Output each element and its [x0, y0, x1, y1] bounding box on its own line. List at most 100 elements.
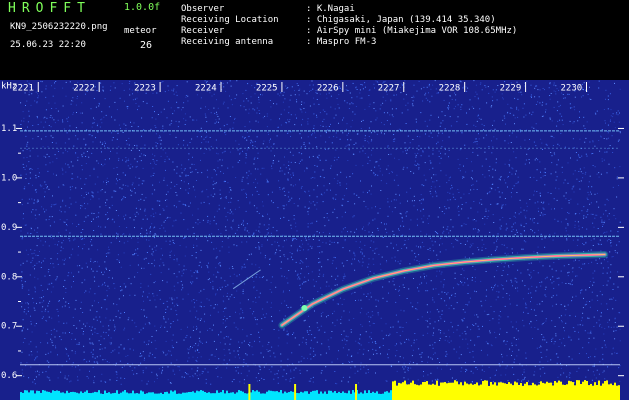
- noise-dot: [550, 193, 552, 194]
- noise-dot: [119, 179, 121, 180]
- noise-dot: [218, 334, 219, 336]
- noise-dot: [504, 305, 506, 307]
- noise-dot: [535, 157, 537, 159]
- noise-dot: [293, 369, 295, 371]
- noise-dot: [70, 380, 72, 382]
- noise-dot: [34, 383, 36, 385]
- noise-dot: [589, 301, 591, 302]
- noise-dot: [238, 341, 240, 343]
- noise-dot: [105, 205, 107, 206]
- noise-dot: [336, 319, 338, 321]
- noise-dot: [549, 82, 551, 84]
- noise-dot: [442, 232, 444, 234]
- noise-dot: [458, 357, 460, 359]
- noise-dot: [533, 176, 535, 178]
- noise-dot: [513, 337, 515, 339]
- noise-dot: [248, 370, 250, 372]
- noise-dot: [200, 107, 202, 109]
- noise-dot: [245, 353, 247, 355]
- noise-dot: [488, 175, 490, 177]
- noise-dot: [271, 320, 273, 322]
- noise-dot: [300, 259, 302, 261]
- noise-dot: [239, 274, 240, 276]
- noise-dot: [310, 378, 312, 380]
- noise-dot: [536, 286, 538, 288]
- noise-dot: [590, 249, 592, 251]
- noise-dot: [320, 125, 322, 126]
- noise-dot: [139, 208, 141, 210]
- noise-dot: [82, 333, 84, 335]
- noise-dot: [32, 381, 34, 383]
- noise-dot: [220, 232, 222, 234]
- noise-dot: [78, 342, 80, 344]
- noise-dot: [165, 308, 167, 310]
- noise-dot: [554, 341, 556, 343]
- noise-dot: [511, 367, 513, 369]
- noise-dot: [68, 166, 70, 168]
- noise-dot: [549, 117, 551, 119]
- noise-dot: [346, 123, 348, 125]
- noise-dot: [228, 202, 230, 203]
- noise-dot: [176, 359, 178, 361]
- noise-dot: [123, 283, 125, 285]
- noise-dot: [246, 375, 248, 377]
- noise-dot: [609, 93, 611, 95]
- noise-dot: [530, 326, 532, 328]
- noise-dot: [586, 121, 588, 123]
- noise-dot: [163, 179, 165, 181]
- noise-dot: [305, 237, 306, 239]
- noise-dot: [282, 94, 284, 96]
- noise-dot: [204, 320, 205, 322]
- noise-dot: [393, 284, 395, 286]
- noise-dot: [507, 274, 509, 276]
- noise-dot: [246, 98, 248, 100]
- noise-dot: [382, 286, 384, 288]
- noise-dot: [505, 182, 507, 184]
- noise-dot: [386, 261, 388, 263]
- noise-dot: [574, 227, 576, 228]
- noise-dot: [590, 213, 592, 215]
- noise-dot: [606, 272, 608, 274]
- noise-dot: [119, 187, 121, 189]
- noise-dot: [253, 182, 255, 184]
- noise-dot: [527, 380, 529, 382]
- noise-dot: [151, 193, 153, 195]
- noise-dot: [342, 228, 344, 230]
- noise-dot: [141, 135, 142, 137]
- noise-dot: [211, 177, 213, 179]
- noise-dot: [150, 162, 152, 164]
- noise-dot: [596, 110, 598, 112]
- noise-dot: [585, 216, 587, 218]
- noise-dot: [58, 300, 60, 302]
- noise-dot: [257, 168, 259, 170]
- noise-dot: [362, 88, 364, 90]
- noise-dot: [286, 330, 288, 332]
- noise-dot: [609, 298, 611, 300]
- noise-dot: [96, 216, 97, 218]
- noise-dot: [167, 85, 169, 87]
- noise-dot: [27, 141, 29, 143]
- noise-dot: [406, 247, 408, 249]
- noise-dot: [407, 109, 409, 111]
- noise-dot: [345, 145, 347, 147]
- noise-dot: [140, 286, 142, 288]
- noise-dot: [488, 170, 490, 172]
- noise-dot: [341, 204, 343, 206]
- noise-dot: [266, 279, 268, 281]
- noise-dot: [81, 112, 83, 114]
- noise-dot: [30, 168, 32, 170]
- noise-dot: [62, 247, 64, 249]
- noise-dot: [283, 254, 285, 256]
- noise-dot: [64, 375, 66, 377]
- noise-dot: [137, 254, 139, 256]
- noise-dot: [72, 113, 74, 115]
- noise-dot: [60, 250, 62, 252]
- noise-dot: [180, 187, 182, 189]
- noise-dot: [291, 197, 293, 199]
- noise-dot: [104, 299, 106, 301]
- noise-dot: [430, 372, 432, 374]
- noise-dot: [106, 177, 108, 179]
- noise-dot: [560, 221, 562, 223]
- noise-dot: [271, 165, 272, 167]
- noise-dot: [159, 265, 161, 267]
